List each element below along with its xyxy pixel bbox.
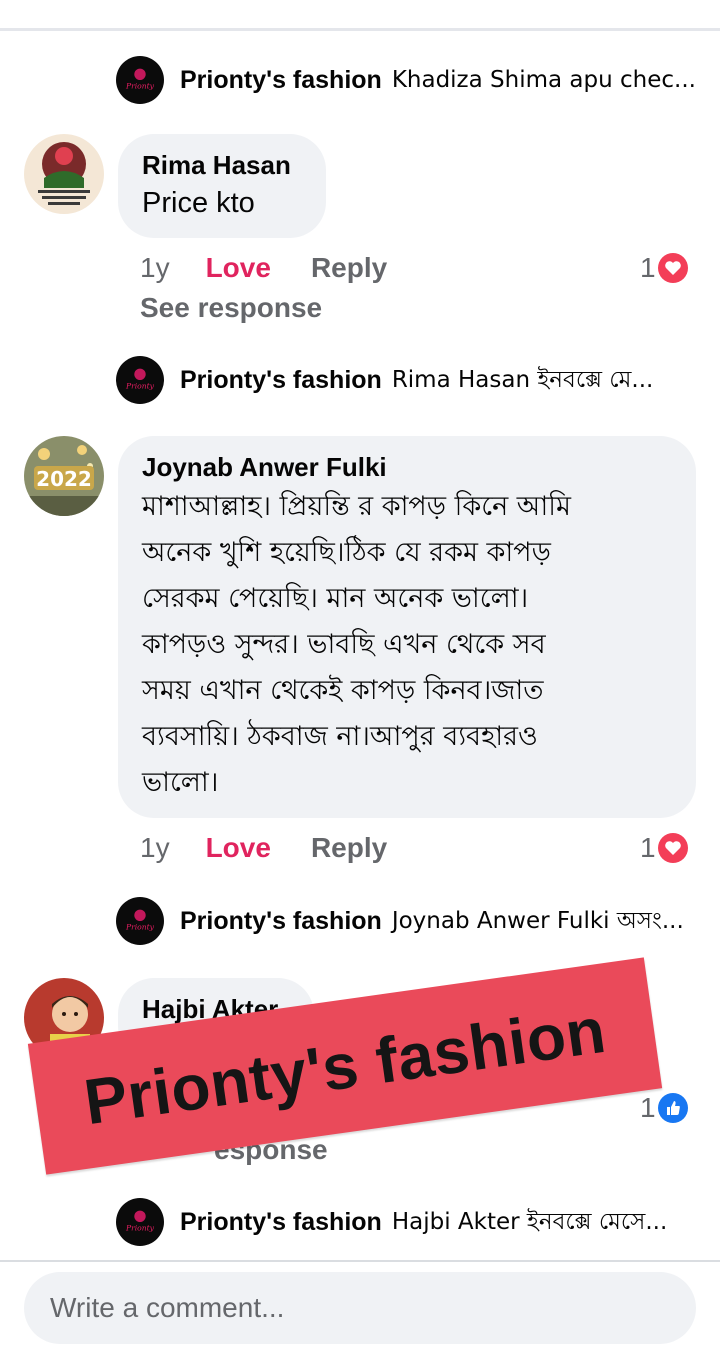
comment-bubble[interactable]: Joynab Anwer Fulki মাশাআল্লাহ। প্রিয়ন্ত… — [118, 436, 696, 818]
reply-button[interactable]: Reply — [311, 252, 387, 284]
svg-text:Prionty: Prionty — [125, 923, 155, 932]
svg-text:2022: 2022 — [36, 467, 92, 491]
page-reply-preview[interactable]: Prionty Prionty's fashion Hajbi Akter ইন… — [116, 1197, 667, 1247]
comment-text: Price kto — [142, 187, 255, 219]
reply-button[interactable]: Reply — [311, 832, 387, 864]
reply-preview-text: Hajbi Akter ইনবক্সে মেসে... — [391, 1208, 668, 1235]
page-avatar: Prionty — [116, 356, 164, 404]
reaction-count: 1 — [640, 1092, 656, 1123]
page-reply-preview[interactable]: Prionty Prionty's fashion Joynab Anwer F… — [116, 896, 684, 946]
top-divider — [0, 28, 720, 31]
reply-preview-text: Khadiza Shima apu chec... — [391, 67, 696, 93]
comment-author[interactable]: Joynab Anwer Fulki — [142, 450, 672, 484]
page-avatar: Prionty — [116, 1198, 164, 1246]
comment-line: সময় এখান থেকেই কাপড় কিনব।জাত — [142, 675, 544, 706]
comment-bubble[interactable]: Rima Hasan Price kto — [118, 134, 326, 238]
reaction-summary[interactable]: 1 — [640, 1088, 688, 1128]
reaction-summary[interactable]: 1 — [640, 248, 688, 288]
reaction-count: 1 — [640, 252, 656, 283]
page-reply-preview[interactable]: Prionty Prionty's fashion Khadiza Shima … — [116, 55, 696, 105]
comment-time[interactable]: 1y — [140, 252, 170, 284]
comment-text: মাশাআল্লাহ। প্রিয়ন্তি র কাপড় কিনে আমি … — [142, 484, 672, 806]
page-avatar: Prionty — [116, 897, 164, 945]
svg-text:Prionty: Prionty — [125, 382, 155, 391]
heart-icon — [657, 253, 688, 283]
comment-actions: 1y Love Reply — [140, 828, 387, 868]
comment-line: অনেক খুশি হয়েছি।ঠিক যে রকম কাপড় — [142, 537, 551, 568]
page-avatar: Prionty — [116, 56, 164, 104]
reply-author[interactable]: Prionty's fashion — [180, 66, 382, 95]
page-reply-preview[interactable]: Prionty Prionty's fashion Rima Hasan ইনব… — [116, 355, 653, 405]
comment-line: সেরকম পেয়েছি। মান অনেক ভালো। — [142, 583, 529, 614]
see-response-link[interactable]: See response — [140, 292, 322, 324]
composer-divider — [0, 1260, 720, 1262]
reply-author[interactable]: Prionty's fashion — [180, 1208, 382, 1237]
reply-preview-text: Joynab Anwer Fulki অসং... — [391, 907, 684, 934]
heart-icon — [657, 833, 688, 863]
reaction-count: 1 — [640, 832, 656, 863]
comment-input-placeholder: Write a comment... — [50, 1292, 285, 1323]
comment-time[interactable]: 1y — [140, 832, 170, 864]
svg-text:Prionty: Prionty — [125, 1224, 155, 1233]
comment-line: কাপড়ও সুন্দর। ভাবছি এখন থেকে সব — [142, 629, 546, 660]
comment-input[interactable]: Write a comment... — [24, 1272, 696, 1344]
comment-actions: 1y Love Reply — [140, 248, 387, 288]
comment-line: ভালো। — [142, 767, 219, 798]
like-icon — [657, 1093, 688, 1123]
reply-author[interactable]: Prionty's fashion — [180, 366, 382, 395]
love-button[interactable]: Love — [206, 832, 271, 864]
svg-text:Prionty: Prionty — [125, 82, 155, 91]
love-button[interactable]: Love — [206, 252, 271, 284]
avatar[interactable] — [24, 134, 104, 214]
reaction-summary[interactable]: 1 — [640, 828, 688, 868]
comment-line: মাশাআল্লাহ। প্রিয়ন্তি র কাপড় কিনে আমি — [142, 491, 571, 522]
avatar[interactable]: 2022 — [24, 436, 104, 516]
watermark-banner: Prionty's fashion — [27, 957, 663, 1175]
comment-author[interactable]: Rima Hasan — [142, 148, 302, 182]
reply-author[interactable]: Prionty's fashion — [180, 907, 382, 936]
comment-line: ব্যবসায়ি। ঠকবাজ না।আপুর ব্যবহারও — [142, 721, 538, 752]
reply-preview-text: Rima Hasan ইনবক্সে মে... — [391, 366, 654, 393]
